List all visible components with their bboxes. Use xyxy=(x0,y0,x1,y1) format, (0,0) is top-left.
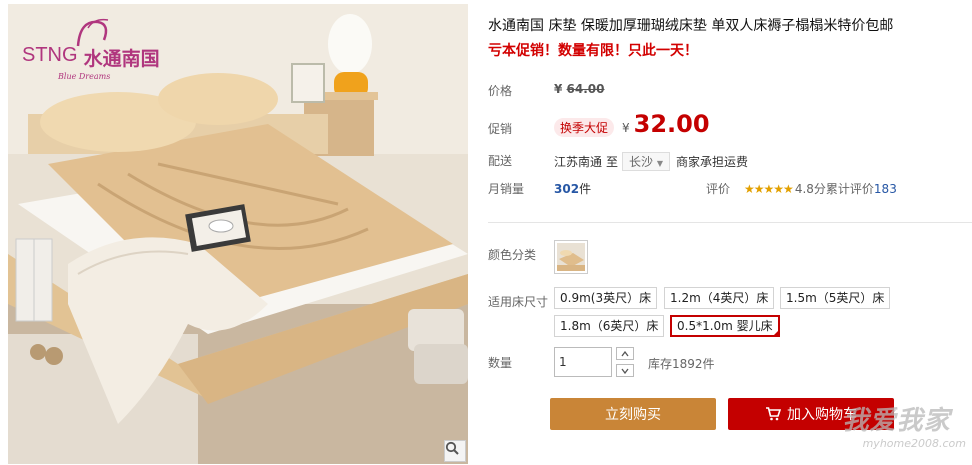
quantity-input[interactable] xyxy=(554,347,612,377)
sales-count: 302 xyxy=(554,182,580,196)
promotion-badge: 换季大促 xyxy=(554,118,615,137)
cart-icon xyxy=(766,407,781,421)
buy-now-button[interactable]: 立刻购买 xyxy=(550,398,716,430)
size-option-selected[interactable]: 0.5*1.0m 婴儿床 xyxy=(670,315,780,337)
promotion-price: ¥32.00 xyxy=(622,110,710,138)
size-option[interactable]: 1.8m（6英尺）床 xyxy=(554,315,665,337)
monthly-sales: 302件 xyxy=(554,180,591,197)
sales-unit: 件 xyxy=(579,182,592,196)
size-option-selected-label: 0.5*1.0m 婴儿床 xyxy=(677,319,773,333)
divider xyxy=(488,222,972,223)
product-title: 水通南国 床垫 保暖加厚珊瑚绒床垫 单双人床褥子榻榻米特价包邮 xyxy=(488,18,894,34)
product-detail-panel: 水通南国 床垫 保暖加厚珊瑚绒床垫 单双人床褥子榻榻米特价包邮 亏本促销！数量有… xyxy=(488,0,972,465)
quantity-label: 数量 xyxy=(488,356,513,370)
rating-stars-icon: ★★★★★ xyxy=(744,182,794,196)
add-to-cart-label: 加入购物车 xyxy=(787,407,857,423)
watermark-url: myhome2008.com xyxy=(862,437,966,450)
color-swatch[interactable] xyxy=(554,240,588,274)
original-price-currency: ¥ xyxy=(554,82,563,96)
size-option[interactable]: 1.5m（5英尺）床 xyxy=(780,287,891,309)
add-to-cart-button[interactable]: 加入购物车 xyxy=(728,398,894,430)
promotion-price-currency: ¥ xyxy=(622,121,630,135)
original-price: ¥ 64.00 xyxy=(554,82,605,96)
shipping-destination-select[interactable]: 长沙 ▼ xyxy=(622,152,671,171)
magnifier-icon xyxy=(445,441,459,455)
chevron-down-icon xyxy=(621,368,629,374)
product-main-image[interactable]: STNG 水通南国 Blue Dreams xyxy=(8,4,468,464)
logo-text: STNG xyxy=(22,44,78,66)
rating-info: 评价 ★★★★★ 4.8分累计评价183 xyxy=(706,180,897,197)
logo-swoosh-icon xyxy=(76,18,109,47)
shipping-to-word: 至 xyxy=(606,155,619,169)
buy-now-label: 立刻购买 xyxy=(605,407,661,423)
original-price-value: 64.00 xyxy=(566,82,605,96)
chevron-up-icon xyxy=(621,350,629,356)
promotion-label: 促销 xyxy=(488,122,513,136)
quantity-increase-button[interactable] xyxy=(616,347,634,360)
brand-logo: STNG 水通南国 Blue Dreams xyxy=(22,16,160,81)
shipping-label: 配送 xyxy=(488,154,513,168)
rating-label: 评价 xyxy=(706,182,731,196)
size-option[interactable]: 0.9m(3英尺）床 xyxy=(554,287,658,309)
price-label: 价格 xyxy=(488,84,513,98)
chevron-down-icon: ▼ xyxy=(656,159,664,168)
size-option[interactable]: 1.2m（4英尺）床 xyxy=(664,287,775,309)
rating-count-label: 累计评价 xyxy=(825,182,874,196)
shipping-from: 江苏南通 xyxy=(554,155,603,169)
promotion-price-value: 32.00 xyxy=(633,110,710,138)
swatch-thumbnail xyxy=(557,243,585,271)
color-label: 颜色分类 xyxy=(488,248,537,262)
rating-score: 4.8分 xyxy=(794,182,826,196)
selected-check-icon xyxy=(771,329,780,337)
quantity-decrease-button[interactable] xyxy=(616,364,634,377)
stock-text: 库存1892件 xyxy=(648,357,715,371)
shipping-info: 江苏南通至长沙 ▼ 商家承担运费 xyxy=(554,152,748,171)
promo-line: 亏本促销！数量有限！只此一天！ xyxy=(488,43,698,59)
logo-script: Blue Dreams xyxy=(58,72,111,81)
rating-count-link[interactable]: 183 xyxy=(874,182,897,196)
shipping-destination: 长沙 xyxy=(629,155,654,169)
shipping-fee: 商家承担运费 xyxy=(676,155,749,169)
zoom-button[interactable] xyxy=(444,440,466,462)
sales-label: 月销量 xyxy=(488,182,525,196)
size-label: 适用床尺寸 xyxy=(488,295,549,309)
